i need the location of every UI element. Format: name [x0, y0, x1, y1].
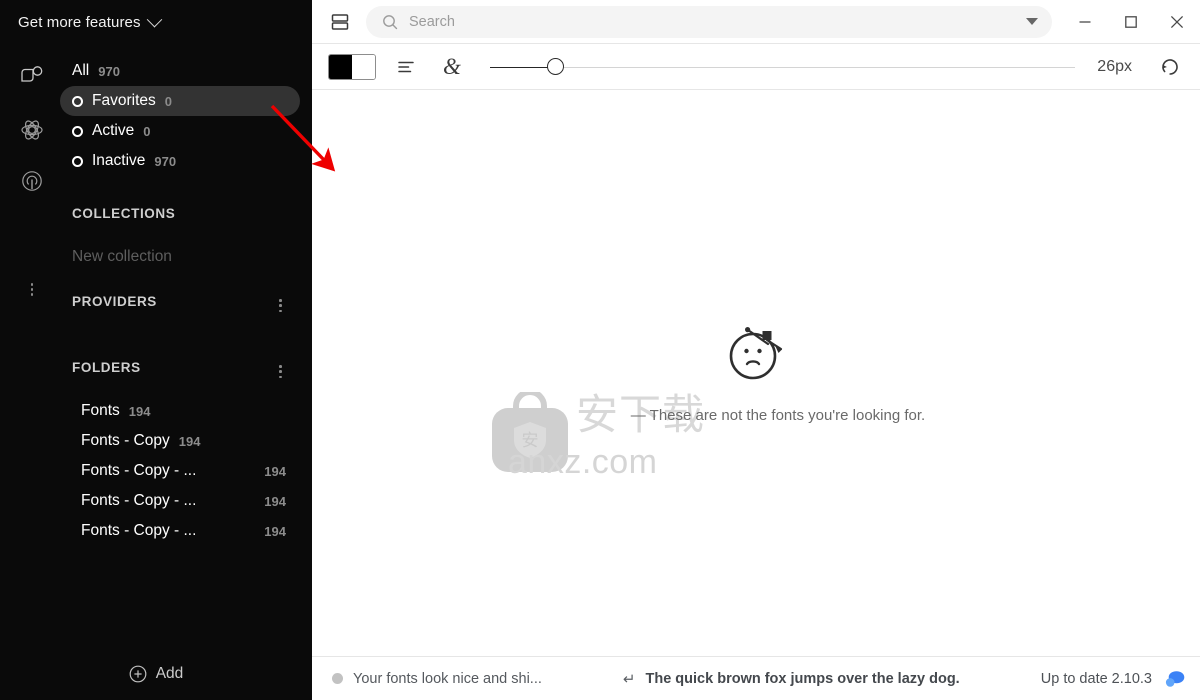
folder-item[interactable]: Fonts - Copy 194	[60, 426, 300, 456]
sidebar-item-active-count: 0	[143, 123, 151, 139]
folder-item-count: 194	[264, 463, 286, 479]
status-dot-icon	[332, 673, 343, 684]
reset-arrow-icon[interactable]	[1154, 51, 1186, 83]
align-left-icon[interactable]	[390, 51, 422, 83]
kebab-menu-icon[interactable]	[12, 208, 52, 302]
folder-item-count: 194	[264, 493, 286, 509]
slider-track	[490, 66, 1076, 68]
broadcast-icon[interactable]	[12, 156, 52, 208]
search-input[interactable]: Search	[366, 5, 1052, 38]
folder-item[interactable]: Fonts - Copy - ... 194	[60, 456, 300, 486]
get-more-features-label: Get more features	[18, 13, 141, 31]
folder-item-count: 194	[264, 523, 286, 539]
font-size-label: 26px	[1097, 57, 1132, 75]
return-arrow-icon: ↵	[622, 670, 636, 688]
add-button-label: Add	[155, 665, 184, 682]
sidebar-item-inactive-count: 970	[154, 153, 177, 169]
sidebar-item-inactive-label: Inactive	[92, 152, 146, 169]
close-icon	[1170, 15, 1184, 28]
sidebar-item-favorites-count: 0	[164, 93, 172, 109]
sidebar-item-active-label: Active	[92, 122, 135, 139]
section-header-providers: PROVIDERS	[60, 286, 300, 316]
sidebar-item-inactive[interactable]: Inactive 970	[60, 146, 300, 176]
new-collection-item[interactable]: New collection	[60, 242, 300, 272]
svg-text:安: 安	[522, 431, 539, 450]
folder-item-label: Fonts - Copy - ...	[81, 522, 197, 539]
sidebar-item-all-count: 970	[98, 63, 120, 79]
providers-kebab-menu-icon[interactable]	[279, 290, 300, 313]
chevron-down-icon	[146, 11, 162, 27]
section-header-folders: FOLDERS	[60, 352, 300, 382]
caret-down-icon[interactable]	[1026, 18, 1038, 25]
folder-item-label: Fonts - Copy - ...	[81, 462, 197, 479]
atom-icon[interactable]	[12, 104, 52, 156]
version-text: Up to date 2.10.3	[1040, 670, 1152, 687]
minimize-icon	[1079, 20, 1091, 23]
chat-bubble-icon[interactable]	[1164, 669, 1186, 689]
list-view-toggle-icon[interactable]	[324, 6, 356, 38]
folder-item[interactable]: Fonts 194	[60, 396, 300, 426]
slider-fill	[490, 66, 555, 69]
sad-face-icon	[724, 322, 788, 389]
minimize-button[interactable]	[1062, 0, 1108, 44]
folder-item-label: Fonts - Copy	[81, 432, 170, 449]
add-button[interactable]: Add	[0, 648, 312, 700]
folder-item-count: 194	[178, 433, 201, 449]
folders-kebab-menu-icon[interactable]	[279, 356, 300, 379]
plus-circle-icon	[129, 665, 147, 683]
section-header-folders-label: FOLDERS	[72, 359, 141, 375]
sidebar: Get more features All 970 Favorites 0 Ac…	[0, 0, 312, 700]
maximize-button[interactable]	[1108, 0, 1154, 44]
new-collection-label: New collection	[72, 248, 172, 265]
search-placeholder: Search	[409, 13, 455, 30]
ring-icon	[72, 155, 83, 167]
ring-icon	[72, 125, 83, 137]
section-header-providers-label: PROVIDERS	[72, 293, 157, 309]
sidebar-item-favorites-label: Favorites	[92, 92, 156, 109]
section-header-collections-label: COLLECTIONS	[72, 205, 176, 221]
maximize-icon	[1125, 15, 1137, 28]
folder-item[interactable]: Fonts - Copy - ... 194	[60, 516, 300, 546]
folder-item-label: Fonts - Copy - ...	[81, 492, 197, 509]
folder-item[interactable]: Fonts - Copy - ... 194	[60, 486, 300, 516]
sidebar-item-all[interactable]: All 970	[60, 56, 300, 86]
tag-badge-icon[interactable]	[12, 52, 52, 104]
get-more-features-button[interactable]: Get more features	[0, 0, 312, 44]
main-area: Search & 26px 安 安下载 anxz.com — These are…	[312, 0, 1200, 700]
empty-state: — These are not the fonts you're looking…	[312, 322, 1200, 424]
format-toolbar: & 26px	[312, 44, 1200, 90]
font-size-slider[interactable]	[490, 54, 1076, 80]
font-preview-canvas: 安 安下载 anxz.com — These are not the fonts…	[312, 90, 1200, 656]
folder-item-count: 194	[128, 403, 151, 419]
statusbar: Your fonts look nice and shi... ↵ The qu…	[312, 656, 1200, 700]
empty-state-message: — These are not the fonts you're looking…	[630, 407, 926, 424]
sidebar-item-all-label: All	[72, 62, 90, 79]
slider-knob[interactable]	[547, 58, 564, 75]
window-controls	[1062, 0, 1200, 44]
folder-item-label: Fonts	[81, 402, 120, 419]
titlebar: Search	[312, 0, 1200, 44]
close-button[interactable]	[1154, 0, 1200, 44]
search-icon	[383, 14, 398, 29]
ring-icon	[72, 95, 83, 107]
watermark-domain-text: anxz.com	[508, 443, 658, 481]
version-group: Up to date 2.10.3	[1041, 669, 1186, 689]
app-window: Get more features All 970 Favorites 0 Ac…	[0, 0, 1200, 700]
ampersand-icon[interactable]: &	[436, 51, 468, 83]
section-header-collections: COLLECTIONS	[60, 198, 300, 228]
sample-text-group: ↵ The quick brown fox jumps over the laz…	[623, 670, 960, 688]
sidebar-item-favorites[interactable]: Favorites 0	[60, 86, 300, 116]
status-left-text[interactable]: Your fonts look nice and shi...	[353, 671, 542, 687]
sidebar-item-active[interactable]: Active 0	[60, 116, 300, 146]
black-white-swatch-icon[interactable]	[328, 53, 376, 80]
sidebar-icon-rail	[12, 52, 52, 302]
sample-text[interactable]: The quick brown fox jumps over the lazy …	[646, 671, 960, 687]
